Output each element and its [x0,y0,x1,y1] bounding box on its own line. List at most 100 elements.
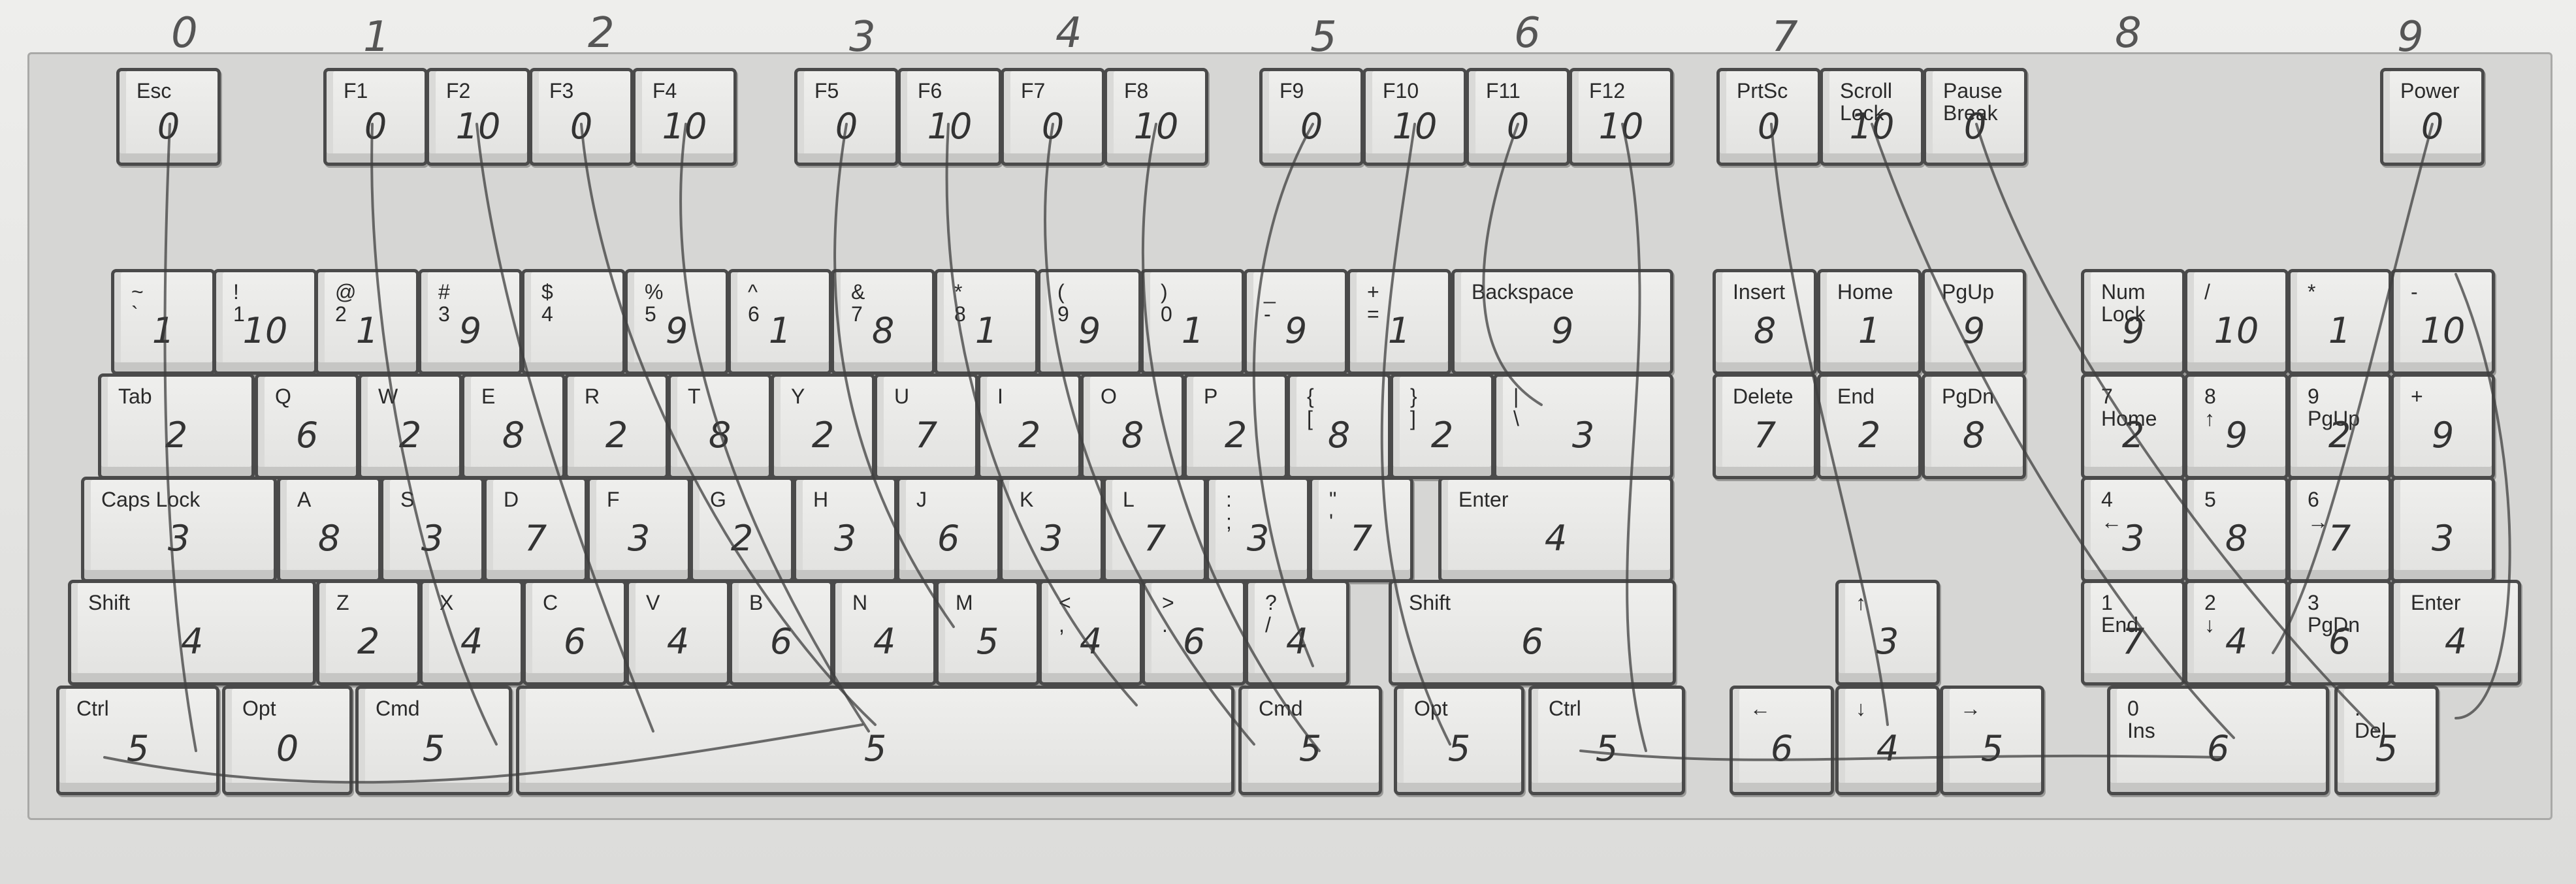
key-label: PgDn [1942,385,1995,408]
key: Scroll Lock 10 [1820,68,1924,166]
key: S3 [380,477,485,582]
handwritten-finger-number: 1 [2328,309,2351,351]
key-label: L [1123,488,1135,511]
key-label: H [813,488,829,511]
key: F5 0 [794,68,899,166]
key: Pause Break 0 [1923,68,2027,166]
key-label: V [646,591,660,614]
handwritten-finger-number: 4 [666,620,690,662]
handwritten-finger-number: 10 [1849,106,1895,148]
key: Z2 [316,580,421,686]
key-label: I [997,385,1003,408]
handwritten-finger-number: 3 [167,517,191,559]
key: 1 End 7 [2081,580,2185,686]
key: ~ ` 1 [111,269,216,375]
key: % 59 [624,269,729,375]
key: F2 10 [426,68,530,166]
handwritten-finger-number: 1 [355,309,379,351]
key-label: F6 [918,79,942,103]
key: P2 [1183,373,1288,479]
key: Shift 4 [68,580,316,686]
key-label: Esc [137,79,172,103]
key: 8 ↑ 9 [2184,373,2289,479]
key: Insert 8 [1713,269,1817,375]
key: F9 0 [1259,68,1364,166]
handwritten-finger-number: 3 [833,517,857,559]
key: PgDn 8 [1922,373,2026,479]
handwritten-finger-number: 4 [460,620,483,662]
key: 5 [516,686,1234,795]
key: ^ 61 [728,269,832,375]
key: PrtSc 0 [1716,68,1821,166]
key-label: PrtSc [1737,79,1788,103]
key: O8 [1080,373,1185,479]
key-label: J [916,488,927,511]
key-label: + [2411,385,2423,408]
handwritten-finger-number: 6 [1770,728,1794,770]
key-label: P [1204,385,1218,408]
key-label: F12 [1589,79,1626,103]
handwritten-finger-number: 5 [1980,728,2004,770]
key: N4 [832,580,937,686]
handwritten-finger-number: 9 [2121,309,2145,351]
key: Num Lock 9 [2081,269,2185,375]
key-label: Delete [1733,385,1794,408]
key: 7 Home 2 [2081,373,2185,479]
handwritten-finger-number: 10 [662,106,707,148]
key-label: T [688,385,701,408]
key-label: C [543,591,558,614]
handwritten-finger-number: 2 [605,414,628,456]
key: E8 [461,373,566,479]
key-label: F8 [1124,79,1149,103]
key-label: ↓ [1856,697,1866,720]
key-label: Tab [118,385,152,408]
key-label: R [585,385,600,408]
handwritten-finger-number: 0 [364,106,387,148]
handwritten-finger-number: 7 [2328,517,2351,559]
column-number: 4 [1055,9,1082,57]
handwritten-finger-number: 10 [927,106,973,148]
key: D7 [483,477,588,582]
handwritten-finger-number: 1 [768,309,792,351]
column-number: 5 [1310,13,1337,61]
key: L7 [1103,477,1207,582]
handwritten-finger-number: 0 [1963,106,1987,148]
key: V4 [626,580,730,686]
handwritten-finger-number: 3 [2431,517,2455,559]
key-label: Caps Lock [101,488,201,511]
handwritten-finger-number: 8 [2225,517,2248,559]
key: @ 21 [315,269,419,375]
key: Opt 0 [222,686,353,795]
handwritten-finger-number: 7 [914,414,938,456]
key: F8 10 [1104,68,1208,166]
key: ! 1 10 [213,269,317,375]
key-label: Shift [88,591,131,614]
key: Ctrl 5 [56,686,219,795]
key-label: 5 [2204,488,2216,511]
handwritten-finger-number: 1 [1181,309,1204,351]
key: A8 [277,477,381,582]
handwritten-finger-number: 0 [276,728,299,770]
key-label: S [400,488,415,511]
handwritten-finger-number: 10 [455,106,501,148]
key-label: M [956,591,973,614]
handwritten-finger-number: 1 [152,309,175,351]
key-label: Power [2400,79,2460,103]
handwritten-finger-number: 10 [2214,309,2259,351]
key: 2 ↓ 4 [2184,580,2289,686]
key: Power 0 [2380,68,2485,166]
key-label: F4 [652,79,677,103]
handwritten-finger-number: 9 [665,309,688,351]
key-label: Z [336,591,349,614]
key: # 39 [418,269,523,375]
key: | \ 3 [1493,373,1673,479]
key: X4 [419,580,524,686]
column-number: 0 [171,9,198,57]
key-label: F1 [344,79,368,103]
handwritten-finger-number: 2 [1430,414,1454,456]
handwritten-finger-number: 3 [1246,517,1270,559]
handwritten-finger-number: 5 [863,728,887,770]
key: > .6 [1142,580,1246,686]
key: Y2 [771,373,875,479]
key: F6 10 [897,68,1002,166]
